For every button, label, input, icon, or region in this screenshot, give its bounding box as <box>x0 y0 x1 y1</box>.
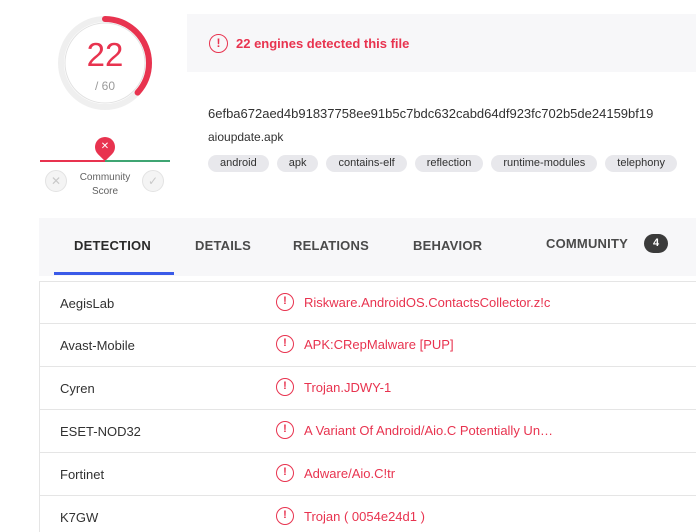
score-widget: 22 / 60 ✕ ✕ Community Score ✓ <box>40 0 172 200</box>
verdict-label: Trojan ( 0054e24d1 ) <box>304 509 425 524</box>
tag-runtime-modules[interactable]: runtime-modules <box>491 155 598 172</box>
engine-name: K7GW <box>60 510 99 525</box>
table-row: AegisLab ! Riskware.AndroidOS.ContactsCo… <box>39 281 696 324</box>
tag-apk[interactable]: apk <box>276 155 319 172</box>
community-score-bar <box>40 160 170 162</box>
alert-circle-icon: ! <box>276 293 294 311</box>
verdict-label: Trojan.JDWY-1 <box>304 380 392 395</box>
table-row: Cyren ! Trojan.JDWY-1 <box>39 367 696 410</box>
x-icon: ✕ <box>50 174 62 188</box>
vote-malicious-button[interactable]: ✕ <box>45 170 67 192</box>
alert-circle-icon: ! <box>209 33 228 53</box>
verdict-label: Riskware.AndroidOS.ContactsCollector.z!c <box>304 295 551 310</box>
detection-banner: ! 22 engines detected this file <box>187 14 696 72</box>
alert-circle-icon: ! <box>276 507 294 525</box>
detection-summary: 22 engines detected this file <box>236 35 410 51</box>
tab-community[interactable]: COMMUNITY <box>546 236 628 251</box>
table-row: Fortinet ! Adware/Aio.C!tr <box>39 453 696 496</box>
detection-results: AegisLab ! Riskware.AndroidOS.ContactsCo… <box>39 281 696 532</box>
tag-android[interactable]: android <box>208 155 269 172</box>
community-count-badge: 4 <box>644 234 668 253</box>
table-row: ESET-NOD32 ! A Variant Of Android/Aio.C … <box>39 410 696 453</box>
engine-total: / 60 <box>94 79 115 93</box>
active-tab-indicator <box>54 272 174 275</box>
verdict-label: APK:CRepMalware [PUP] <box>304 337 454 352</box>
x-icon: ✕ <box>100 141 110 152</box>
verdict-label: Adware/Aio.C!tr <box>304 466 396 481</box>
alert-circle-icon: ! <box>276 378 294 396</box>
engine-name: AegisLab <box>60 296 115 311</box>
file-tags: android apk contains-elf reflection runt… <box>208 155 677 172</box>
engine-name: Fortinet <box>60 467 105 482</box>
alert-circle-icon: ! <box>276 421 294 439</box>
alert-circle-icon: ! <box>276 335 294 353</box>
table-row: Avast-Mobile ! APK:CRepMalware [PUP] <box>39 324 696 367</box>
table-row: K7GW ! Trojan ( 0054e24d1 ) <box>39 496 696 532</box>
engine-name: Cyren <box>60 381 95 396</box>
file-hash[interactable]: 6efba672aed4b91837758ee91b5c7bdc632cabd6… <box>208 106 653 121</box>
tag-telephony[interactable]: telephony <box>605 155 677 172</box>
report-tabs: DETECTION DETAILS RELATIONS BEHAVIOR COM… <box>39 218 696 276</box>
vote-harmless-button[interactable]: ✓ <box>142 170 164 192</box>
community-score-marker: ✕ <box>90 132 120 162</box>
verdict-label: A Variant Of Android/Aio.C Potentially U… <box>304 423 554 438</box>
tab-behavior[interactable]: BEHAVIOR <box>413 238 482 253</box>
tag-reflection[interactable]: reflection <box>414 155 484 172</box>
file-name: aioupdate.apk <box>208 130 284 144</box>
alert-circle-icon: ! <box>276 464 294 482</box>
tab-detection[interactable]: DETECTION <box>74 238 151 253</box>
engine-name: Avast-Mobile <box>60 338 135 353</box>
detection-score: 22 <box>86 36 124 73</box>
tab-relations[interactable]: RELATIONS <box>293 238 369 253</box>
tab-details[interactable]: DETAILS <box>195 238 251 253</box>
engine-name: ESET-NOD32 <box>60 424 141 439</box>
check-icon: ✓ <box>147 174 159 188</box>
community-score-label: Community Score <box>79 172 131 197</box>
tag-contains-elf[interactable]: contains-elf <box>326 155 407 172</box>
